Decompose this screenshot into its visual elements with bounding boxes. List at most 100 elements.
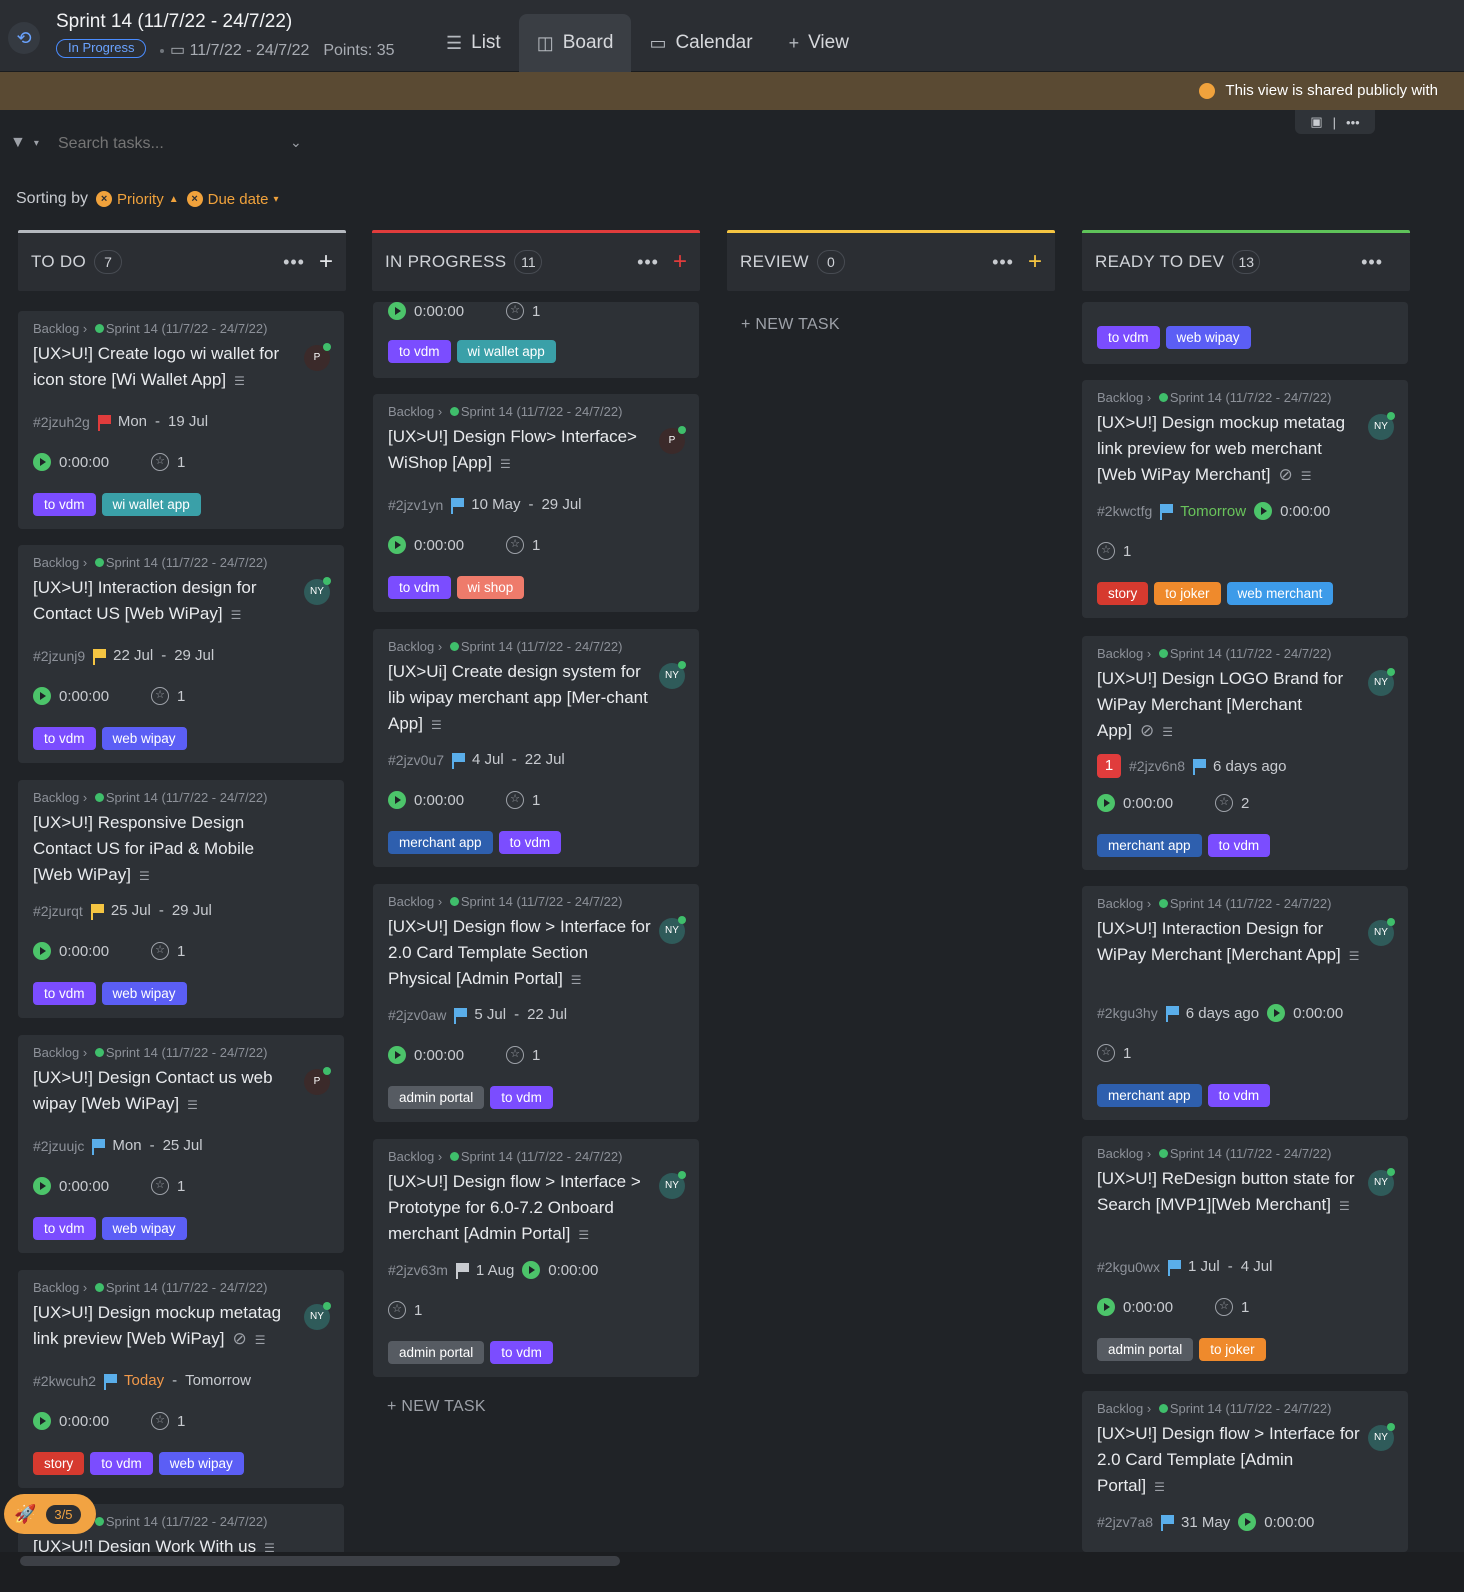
timer-play-icon[interactable]	[1097, 1298, 1115, 1316]
more-icon[interactable]: •••	[1346, 115, 1360, 130]
task-id[interactable]: #2jzuujc	[33, 1138, 84, 1154]
task-card[interactable]: Backlog › Sprint 14 (11/7/22 - 24/7/22) […	[18, 1035, 344, 1253]
timer-play-icon[interactable]	[1267, 1004, 1286, 1022]
tag[interactable]: wi wallet app	[456, 340, 556, 363]
start-date[interactable]: 1 Jul	[1188, 1258, 1220, 1275]
task-id[interactable]: #2kgu3hy	[1097, 1005, 1158, 1021]
timer-play-icon[interactable]	[388, 1046, 406, 1064]
task-title[interactable]: [UX>Ui] Create design system for lib wip…	[388, 659, 653, 738]
task-card[interactable]: Backlog › Sprint 14 (11/7/22 - 24/7/22) […	[373, 629, 699, 867]
due-date[interactable]: 29 Jul	[172, 902, 212, 919]
task-id[interactable]: #2kwcuh2	[33, 1373, 96, 1389]
sprint-points-icon[interactable]: ☆	[151, 1412, 170, 1430]
task-id[interactable]: #2kgu0wx	[1097, 1259, 1160, 1275]
assignee-avatar[interactable]: P	[304, 1067, 331, 1095]
remove-sort-icon[interactable]: ×	[186, 191, 203, 207]
sprint-points-icon[interactable]: ☆	[506, 791, 525, 809]
tag[interactable]: merchant app	[1097, 1084, 1202, 1107]
task-title[interactable]: [UX>U!] Design mockup metatag link previ…	[1097, 410, 1362, 489]
timer-play-icon[interactable]	[33, 687, 51, 705]
start-date[interactable]: Mon	[112, 1137, 141, 1154]
tag[interactable]: story	[1097, 582, 1149, 605]
filter-button[interactable]: ▼ ▾	[10, 134, 39, 152]
tag[interactable]: to vdm	[1097, 326, 1160, 349]
due-date[interactable]: 6 days ago	[1186, 1005, 1259, 1022]
add-view-button[interactable]: + View	[771, 14, 867, 72]
due-date[interactable]: 25 Jul	[163, 1137, 203, 1154]
new-task-button[interactable]: + NEW TASK	[741, 316, 840, 334]
task-id[interactable]: #2kwctfg	[1097, 503, 1152, 519]
sprint-points-icon[interactable]: ☆	[151, 1177, 170, 1195]
assignee-avatar[interactable]: NY	[304, 577, 331, 605]
task-card[interactable]: Backlog › Sprint 14 (11/7/22 - 24/7/22) […	[1082, 380, 1408, 618]
tag[interactable]: to vdm	[33, 982, 96, 1005]
task-title[interactable]: [UX>U!] ReDesign button state for Search…	[1097, 1166, 1362, 1219]
breadcrumb[interactable]: Backlog › Sprint 14 (11/7/22 - 24/7/22)	[388, 639, 622, 654]
due-date[interactable]: 4 Jul	[1241, 1258, 1273, 1275]
task-card[interactable]: Backlog › Sprint 14 (11/7/22 - 24/7/22) […	[18, 311, 344, 529]
task-title[interactable]: [UX>U!] Design flow > Interface for 2.0 …	[1097, 1421, 1362, 1500]
breadcrumb[interactable]: Backlog › Sprint 14 (11/7/22 - 24/7/22)	[33, 321, 267, 336]
sort-chip-due-date[interactable]: × Due date ▾	[186, 191, 279, 208]
task-card[interactable]: Backlog › Sprint 14 (11/7/22 - 24/7/22) […	[373, 394, 699, 612]
assignee-avatar[interactable]: NY	[659, 1171, 686, 1199]
tag[interactable]: wi shop	[456, 576, 525, 599]
task-id[interactable]: #2jzv1yn	[388, 497, 443, 513]
priority-flag-icon[interactable]	[104, 1373, 118, 1390]
start-date[interactable]: Today	[124, 1372, 164, 1389]
breadcrumb[interactable]: Backlog › Sprint 14 (11/7/22 - 24/7/22)	[388, 404, 622, 419]
priority-flag-icon[interactable]	[1165, 1006, 1179, 1022]
sprint-points-icon[interactable]: ☆	[506, 302, 525, 320]
tag[interactable]: web merchant	[1226, 582, 1334, 605]
tag[interactable]: web wipay	[101, 727, 187, 750]
add-task-icon[interactable]: +	[1028, 250, 1042, 274]
timer-play-icon[interactable]	[33, 1177, 51, 1195]
breadcrumb[interactable]: Backlog › Sprint 14 (11/7/22 - 24/7/22)	[1097, 896, 1331, 911]
breadcrumb[interactable]: Backlog › Sprint 14 (11/7/22 - 24/7/22)	[33, 1045, 267, 1060]
tag[interactable]: admin portal	[388, 1086, 485, 1109]
task-title[interactable]: [UX>U!] Interaction design for Contact U…	[33, 575, 298, 628]
task-title[interactable]: [UX>U!] Design flow > Interface > Protot…	[388, 1169, 653, 1248]
priority-flag-icon[interactable]	[97, 414, 111, 431]
start-date[interactable]: 5 Jul	[474, 1006, 506, 1023]
task-card[interactable]: Backlog › Sprint 14 (11/7/22 - 24/7/22) […	[1082, 886, 1408, 1120]
column-menu-icon[interactable]: •••	[283, 252, 305, 273]
task-card[interactable]: to vdm web wipay	[1082, 302, 1408, 364]
priority-flag-icon[interactable]	[452, 752, 466, 769]
breadcrumb[interactable]: Backlog › Sprint 14 (11/7/22 - 24/7/22)	[388, 1149, 622, 1164]
breadcrumb[interactable]: Backlog › Sprint 14 (11/7/22 - 24/7/22)	[388, 894, 622, 909]
tag[interactable]: admin portal	[1097, 1338, 1194, 1361]
task-id[interactable]: #2jzv0aw	[388, 1007, 446, 1023]
assignee-avatar[interactable]: NY	[304, 1302, 331, 1330]
timer-play-icon[interactable]	[388, 536, 406, 554]
task-title[interactable]: [UX>U!] Design Flow> Interface> WiShop […	[388, 424, 653, 477]
task-title[interactable]: [UX>U!] Design Contact us web wipay [Web…	[33, 1065, 298, 1118]
tag[interactable]: to vdm	[1207, 834, 1271, 857]
due-date[interactable]: 19 Jul	[168, 413, 208, 430]
task-card[interactable]: 0:00:00 ☆ 1 to vdm wi wallet app	[373, 302, 699, 378]
sprint-icon[interactable]: ⟲	[8, 22, 40, 54]
chevron-down-icon[interactable]: ⌄	[290, 134, 302, 151]
assignee-avatar[interactable]: NY	[1368, 668, 1395, 696]
priority-flag-icon[interactable]	[1193, 759, 1207, 775]
tag[interactable]: to vdm	[490, 1086, 553, 1109]
tag[interactable]: to joker	[1154, 582, 1221, 605]
task-id[interactable]: #2jzurqt	[33, 903, 83, 919]
task-id[interactable]: #2jzv63m	[388, 1262, 448, 1278]
tag[interactable]: merchant app	[1097, 834, 1202, 857]
task-title[interactable]: [UX>U!] Interaction Design for WiPay Mer…	[1097, 916, 1362, 969]
tab-list[interactable]: ☰ List	[428, 14, 519, 72]
remove-sort-icon[interactable]: ×	[96, 191, 113, 207]
tab-board[interactable]: ◫ Board	[518, 14, 632, 72]
add-task-icon[interactable]: +	[319, 250, 333, 274]
breadcrumb[interactable]: Backlog › Sprint 14 (11/7/22 - 24/7/22)	[1097, 390, 1331, 405]
task-title[interactable]: [UX>U!] Create logo wi wallet for icon s…	[33, 341, 298, 394]
sprint-points-icon[interactable]: ☆	[1097, 542, 1115, 560]
task-card[interactable]: Backlog › Sprint 14 (11/7/22 - 24/7/22) […	[1082, 636, 1408, 870]
onboarding-progress-button[interactable]: 🚀 3/5	[4, 1494, 96, 1534]
timer-play-icon[interactable]	[33, 1412, 51, 1430]
column-menu-icon[interactable]: •••	[992, 252, 1014, 273]
tag[interactable]: wi wallet app	[101, 493, 201, 516]
tag[interactable]: web wipay	[1165, 326, 1251, 349]
tag[interactable]: to vdm	[388, 576, 451, 599]
